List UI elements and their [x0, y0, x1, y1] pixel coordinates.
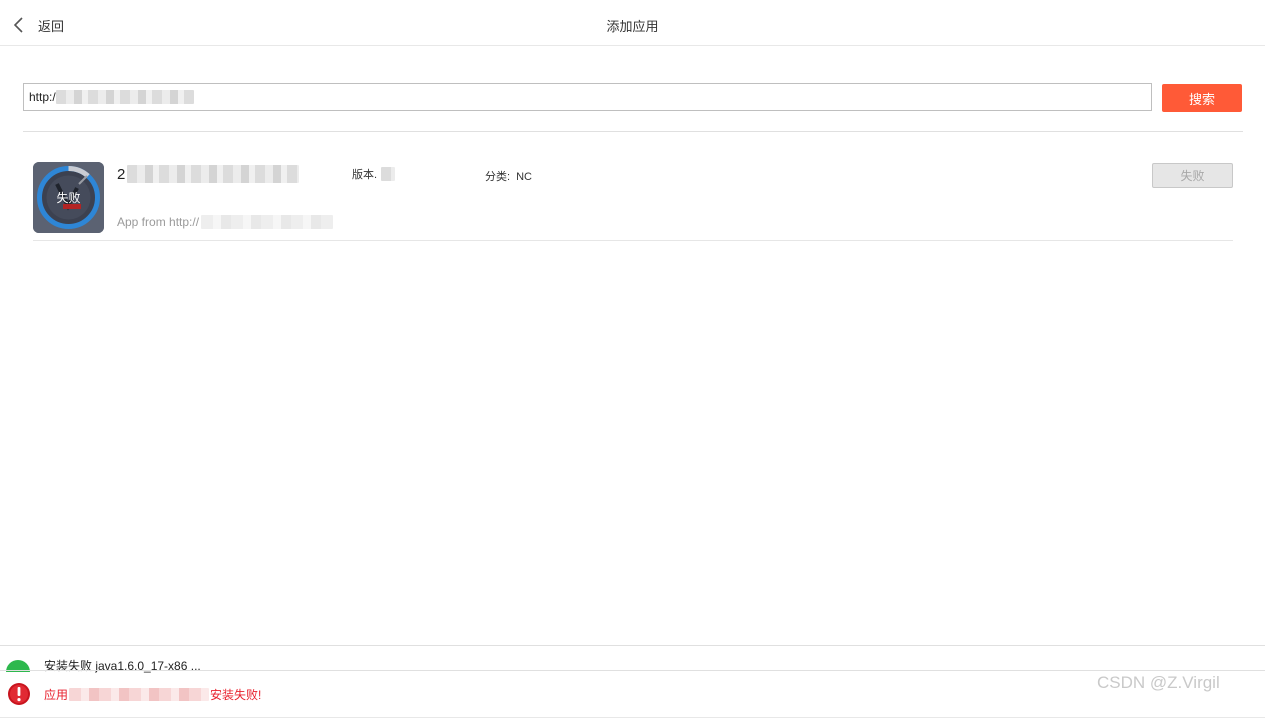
error-icon — [8, 683, 30, 705]
status-strip — [0, 717, 1265, 726]
error-text-prefix: 应用 — [44, 688, 69, 702]
app-source: App from http:// — [117, 215, 334, 229]
search-button[interactable]: 搜索 — [1162, 84, 1242, 112]
redacted-app-name — [127, 165, 300, 183]
version-label: 版本. — [352, 169, 378, 181]
divider — [23, 131, 1243, 132]
redacted-url — [55, 90, 194, 104]
category-label: 分类: — [485, 171, 511, 183]
row-divider — [33, 240, 1233, 241]
app-source-prefix: App from http:// — [117, 215, 200, 229]
redacted-version — [381, 167, 396, 181]
app-icon: 失败 — [33, 162, 104, 233]
category-value: NC — [516, 171, 532, 183]
watermark: CSDN @Z.Virgil — [1097, 673, 1220, 692]
redacted-app-name — [69, 688, 210, 701]
app-icon-status: 失败 — [56, 191, 81, 205]
error-notification-text: 应用 安装失败! — [44, 686, 261, 703]
url-search-input[interactable]: http:/ — [23, 83, 1152, 111]
app-name: 2 — [117, 165, 300, 183]
failed-status-button[interactable]: 失败 — [1152, 163, 1233, 188]
app-version: 版本. — [352, 166, 396, 182]
url-search-value: http:/ — [29, 90, 56, 104]
app-list-item: 失败 2 版本. 分类: NC App from http:// 失败 — [33, 162, 1233, 242]
notification-item[interactable]: 安装失败 java1.6.0_17-x86 ... — [0, 646, 1265, 673]
error-text-suffix: 安装失败! — [210, 688, 262, 702]
add-app-page: 返回 添加应用 http:/ 搜索 失败 2 版本. 分类: NC App fr… — [0, 0, 1265, 726]
page-title: 添加应用 — [606, 19, 659, 34]
app-name-prefix: 2 — [117, 165, 126, 183]
notification-item-error[interactable]: 应用 安装失败! CSDN @Z.Virgil — [0, 670, 1265, 717]
top-bar: 返回 添加应用 — [0, 0, 1265, 46]
app-category: 分类: NC — [485, 168, 532, 184]
redacted-source-url — [201, 215, 334, 229]
notification-panel: 安装失败 java1.6.0_17-x86 ... 应用 安装失败! CSDN … — [0, 645, 1265, 726]
